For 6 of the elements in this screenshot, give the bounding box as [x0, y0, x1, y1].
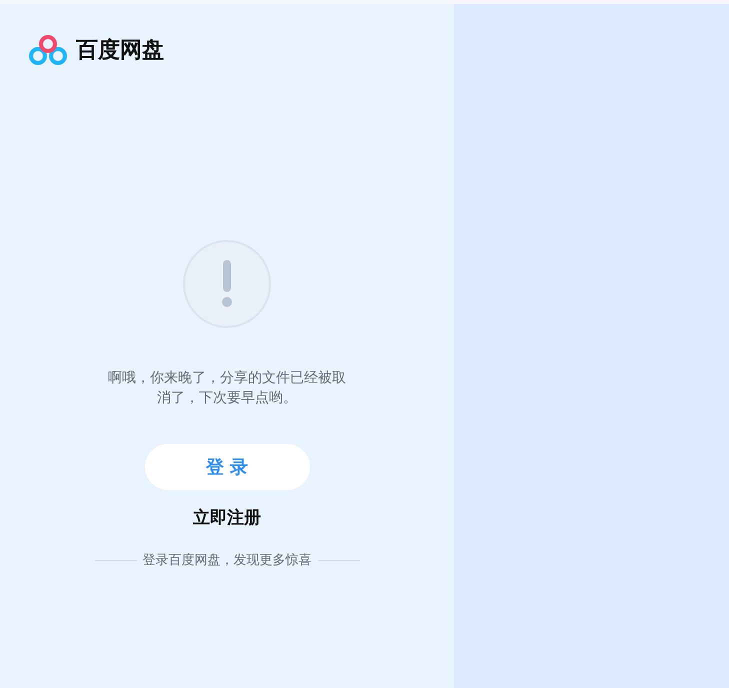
tagline: 登录百度网盘，发现更多惊喜	[142, 552, 312, 569]
register-link[interactable]: 立即注册	[193, 506, 261, 529]
logo-text: 百度网盘	[76, 36, 164, 65]
cloud-logo-icon	[28, 34, 68, 66]
exclamation-icon	[183, 240, 271, 328]
expired-message: 啊哦，你来晚了，分享的文件已经被取消了，下次要早点哟。	[107, 369, 347, 408]
